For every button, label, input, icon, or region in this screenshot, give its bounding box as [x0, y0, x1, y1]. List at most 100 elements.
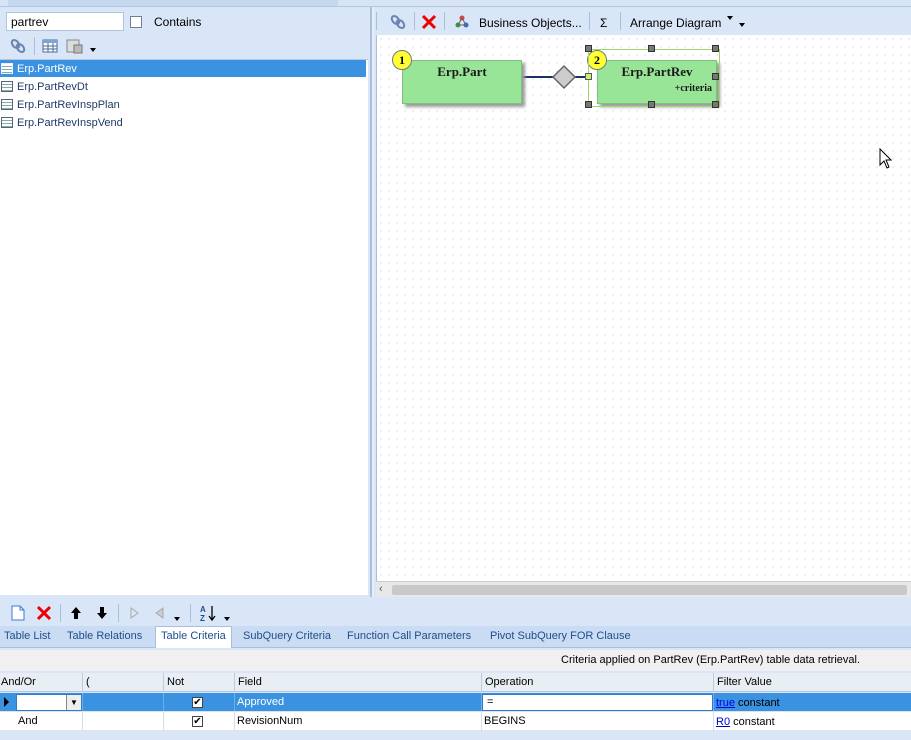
resize-handle[interactable] — [585, 101, 592, 108]
table-list-item[interactable]: Erp.PartRev — [0, 60, 366, 77]
toolbar-separator — [60, 604, 61, 622]
scroll-left-icon[interactable]: ‹ — [379, 583, 383, 595]
table-search-input[interactable] — [6, 12, 124, 31]
resize-handle[interactable] — [648, 45, 655, 52]
and-or-cell[interactable]: ▼ — [0, 693, 83, 711]
table-list: Erp.PartRev Erp.PartRevDt Erp.PartRevInspP… — [0, 59, 368, 595]
column-header-field[interactable]: Field — [235, 673, 482, 691]
table-icon — [1, 63, 13, 74]
column-header-and-or[interactable]: And/Or — [0, 673, 83, 691]
criteria-toolbar: AZ — [0, 601, 911, 625]
criteria-tabs: Table List Table Relations Table Criteri… — [0, 626, 911, 648]
criteria-row[interactable]: And ✔ RevisionNum BEGINS R0 constant — [0, 712, 911, 731]
horizontal-scrollbar[interactable]: ‹ — [376, 581, 911, 597]
table-list-item[interactable]: Erp.PartRevInspVend — [0, 114, 366, 131]
business-objects-icon[interactable] — [452, 12, 472, 32]
resize-handle[interactable] — [712, 73, 719, 80]
sigma-button[interactable]: Σ — [600, 16, 607, 30]
resize-handle[interactable] — [712, 101, 719, 108]
field-cell[interactable]: RevisionNum — [235, 712, 482, 730]
not-cell[interactable]: ✔ — [164, 712, 235, 730]
paren-cell[interactable] — [83, 712, 164, 730]
indent-right-icon[interactable] — [124, 603, 144, 623]
selection-outline — [588, 49, 720, 107]
arrange-diagram-button[interactable]: Arrange Diagram — [630, 16, 721, 30]
not-cell[interactable]: ✔ — [164, 693, 235, 711]
paren-cell[interactable] — [83, 693, 164, 711]
top-tab-area — [8, 0, 338, 6]
column-header-filter-value[interactable]: Filter Value — [714, 673, 911, 691]
table-list-item[interactable]: Erp.PartRevInspPlan — [0, 96, 366, 113]
criteria-panel: AZ Table List Table Relations Table Crit… — [0, 597, 911, 740]
search-row: Contains — [0, 9, 370, 33]
table-name: Erp.PartRevInspPlan — [17, 98, 120, 111]
operation-cell[interactable]: = — [482, 693, 714, 711]
entity-erp-part[interactable]: Erp.Part — [402, 60, 522, 104]
arrange-chevron-icon[interactable] — [726, 14, 734, 22]
diagram-canvas[interactable]: Erp.Part 1 Erp.PartRev +criteria 2 — [376, 35, 911, 581]
new-document-icon[interactable] — [8, 603, 28, 623]
not-checkbox[interactable]: ✔ — [192, 716, 203, 727]
tab-table-criteria[interactable]: Table Criteria — [155, 626, 232, 648]
sort-az-icon[interactable]: AZ — [198, 603, 218, 623]
filter-value-link[interactable]: true — [716, 697, 735, 709]
table-icon — [1, 99, 13, 110]
entity-name: Erp.Part — [437, 64, 487, 79]
diagram-panel: Business Objects... Σ Arrange Diagram Er… — [374, 7, 911, 597]
business-objects-button[interactable]: Business Objects... — [479, 16, 582, 30]
table-browser-panel: Contains Erp.PartRevErp.PartRevDtErp.Par… — [0, 7, 372, 597]
table-name: Erp.PartRevDt — [17, 80, 88, 93]
toolbar-separator — [118, 604, 119, 622]
table-icon[interactable] — [40, 36, 60, 56]
left-toolbar — [0, 34, 370, 58]
delete-icon[interactable] — [34, 603, 54, 623]
criteria-info-text: Criteria applied on PartRev (Erp.PartRev… — [561, 654, 860, 666]
not-checkbox[interactable]: ✔ — [192, 697, 203, 708]
scrollbar-thumb[interactable] — [392, 585, 907, 595]
svg-text:Z: Z — [200, 614, 205, 622]
resize-handle[interactable] — [712, 45, 719, 52]
and-or-select[interactable]: ▼ — [16, 694, 82, 711]
filter-value-cell[interactable]: true constant — [714, 693, 911, 711]
svg-text:A: A — [200, 605, 206, 614]
column-header-paren[interactable]: ( — [83, 673, 164, 691]
tab-table-list[interactable]: Table List — [4, 630, 50, 642]
column-header-operation[interactable]: Operation — [482, 673, 714, 691]
operation-select[interactable]: = — [482, 694, 713, 711]
toolbar-separator — [190, 604, 191, 622]
dropdown-arrow-icon[interactable] — [88, 40, 98, 60]
filter-value-cell[interactable]: R0 constant — [714, 712, 911, 730]
operation-cell[interactable]: BEGINS — [482, 712, 714, 730]
connector-handle[interactable] — [585, 73, 592, 80]
resize-handle[interactable] — [585, 45, 592, 52]
table-list-item[interactable]: Erp.PartRevDt — [0, 78, 366, 95]
contains-checkbox[interactable] — [130, 16, 142, 28]
delete-icon[interactable] — [419, 12, 439, 32]
toolbar-separator — [34, 37, 35, 55]
move-down-icon[interactable] — [92, 603, 112, 623]
diagram-toolbar: Business Objects... Σ Arrange Diagram — [374, 9, 911, 35]
field-cell[interactable]: Approved — [235, 693, 482, 711]
dropdown-arrow-icon[interactable] — [738, 21, 746, 29]
tab-function-call-parameters[interactable]: Function Call Parameters — [347, 630, 471, 642]
tab-subquery-criteria[interactable]: SubQuery Criteria — [243, 630, 331, 642]
link-icon[interactable] — [8, 36, 28, 56]
link-icon[interactable] — [388, 12, 408, 32]
move-up-icon[interactable] — [66, 603, 86, 623]
column-header-not[interactable]: Not — [164, 673, 235, 691]
indent-left-icon[interactable] — [150, 603, 170, 623]
toolbar-separator — [620, 12, 621, 30]
contains-label: Contains — [154, 15, 202, 29]
toolbar-separator — [414, 12, 415, 30]
chevron-down-icon[interactable]: ▼ — [66, 695, 81, 710]
filter-value-link[interactable]: R0 — [716, 716, 730, 728]
and-or-cell[interactable]: And — [0, 712, 83, 730]
resize-handle[interactable] — [648, 101, 655, 108]
criteria-row[interactable]: ▼ ✔ Approved = true constant — [0, 693, 911, 712]
table-options-icon[interactable] — [65, 36, 85, 56]
tab-table-relations[interactable]: Table Relations — [67, 630, 142, 642]
table-name: Erp.PartRevInspVend — [17, 116, 123, 129]
tab-pivot-subquery[interactable]: Pivot SubQuery FOR Clause — [490, 630, 631, 642]
toolbar-separator — [376, 12, 377, 30]
filter-value-type: constant — [733, 716, 775, 728]
